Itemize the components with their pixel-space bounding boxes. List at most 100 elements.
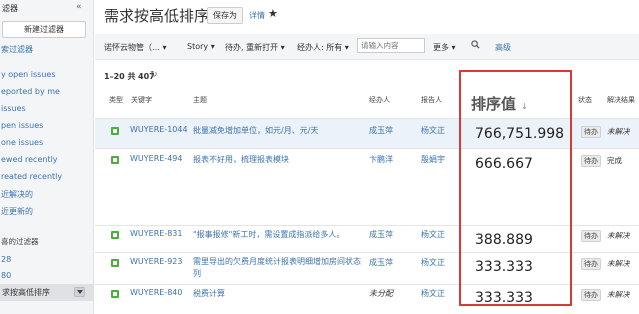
search-input[interactable] [357,38,425,53]
issue-key-link[interactable]: WUYERE-494 [130,154,182,163]
assignee-filter-dropdown[interactable]: 经办人: 所有 ▾ [297,42,349,53]
issue-summary-link[interactable]: 税费计算 [193,288,225,299]
chevron-down-icon: ▾ [280,43,285,52]
reporter-link[interactable]: 杨文正 [421,257,445,268]
page-title: 需求按高低排序 [104,7,210,25]
more-filters-dropdown[interactable]: 更多 ▾ [433,42,456,53]
filter-options-dropdown-icon[interactable] [74,287,85,297]
status-badge: 待办 [581,258,601,270]
assignee-link[interactable]: 卞鹏洋 [369,154,393,165]
status-filter-dropdown[interactable]: 待办, 重新打开 ▾ [225,42,285,53]
results-count: 1–20 共 407 [104,71,155,82]
sidebar-item-reported-by-me[interactable]: eported by me [1,87,60,96]
favorite-filter-item[interactable]: 28 [1,255,11,264]
sidebar-item-open-issues[interactable]: pen issues [1,121,43,130]
chevron-down-icon: ▾ [162,43,167,52]
rank-header-label: 排序值 [471,95,517,113]
status-filter-label: 待办, 重新打开 [225,43,279,52]
chevron-down-icon: ▾ [344,43,349,52]
sidebar-item-all-issues[interactable]: issues [1,104,26,113]
status-badge: 待办 [581,230,601,242]
favorite-filter-item[interactable]: 80 [1,271,11,280]
main-content: 需求按高低排序 保存为 详情 ★ 诺怀云物管（… ▾ Story ▾ 待办, 重… [95,0,639,314]
collapse-sidebar-icon[interactable]: « [76,2,82,12]
details-link[interactable]: 详情 [249,10,265,21]
column-header-summary[interactable]: 主题 [193,95,207,105]
advanced-search-link[interactable]: 高级 [495,42,511,53]
rank-value: 766,751.998 [475,126,565,142]
assignee-link[interactable]: 成玉萍 [369,257,393,268]
assignee-link[interactable]: 成玉萍 [369,125,393,136]
project-filter-label: 诺怀云物管（… [104,43,160,52]
assignee-value: 未分配 [369,289,393,298]
assignee-link[interactable]: 成玉萍 [369,229,393,240]
issue-summary-link[interactable]: 需里导出的欠费月度统计报表明细增加房间状态列 [193,256,363,280]
search-icon[interactable] [471,40,480,49]
issue-key-link[interactable]: WUYERE-840 [130,288,182,297]
resolution-value: 完成 [607,156,622,165]
story-icon [111,290,119,298]
issue-summary-link[interactable]: 报表不好用，梳理报表模块 [193,154,289,165]
sidebar-item-done-issues[interactable]: one issues [1,138,43,147]
project-filter-dropdown[interactable]: 诺怀云物管（… ▾ [104,42,167,53]
column-header-rank[interactable]: 排序值 ↓ [471,93,528,114]
column-header-assignee[interactable]: 经办人 [369,95,390,105]
results-range: 1–20 共 [104,72,136,81]
more-filters-label: 更多 [433,43,449,52]
resolution-value: 未解决 [607,231,630,240]
story-icon [111,156,119,164]
table-row[interactable]: WUYERE-923 需里导出的欠费月度统计报表明细增加房间状态列 成玉萍 杨文… [95,252,639,284]
issue-key-link[interactable]: WUYERE-1044 [130,125,188,134]
active-filter-item[interactable]: 求按高低排序 [0,284,93,301]
column-header-status[interactable]: 状态 [578,95,592,105]
reporter-link[interactable]: 杨文正 [421,288,445,299]
resolution-value: 未解决 [607,259,630,268]
column-header-reporter[interactable]: 报告人 [421,95,442,105]
type-filter-label: Story [187,42,209,51]
issue-key-link[interactable]: WUYERE-831 [130,229,182,238]
table-row[interactable]: WUYERE-494 报表不好用，梳理报表模块 卞鹏洋 殷娟宇 666.667 … [95,148,639,225]
sidebar: 滤器 « 新建过滤器 索过滤器 y open issues eported by… [0,0,94,314]
star-icon[interactable]: ★ [268,7,278,20]
story-icon [111,127,119,135]
active-filter-label: 求按高低排序 [2,288,50,297]
chevron-down-icon: ▾ [451,43,456,52]
column-header-key[interactable]: 关键字 [131,95,152,105]
table-row[interactable]: WUYERE-840 税费计算 未分配 杨文正 333.333 待办 未解决 [95,284,639,314]
rank-value: 333.333 [475,259,533,275]
issue-key-link[interactable]: WUYERE-923 [130,257,182,266]
sidebar-item-resolved-recently[interactable]: 近解决的 [1,189,33,200]
chevron-down-icon: ▾ [210,42,215,51]
issue-summary-link[interactable]: 批量减免增加单位，如元/月、元/天 [193,125,318,136]
status-badge: 待办 [581,289,601,301]
refresh-icon[interactable]: ↻ [150,70,158,80]
filter-bar: 诺怀云物管（… ▾ Story ▾ 待办, 重新打开 ▾ 经办人: 所有 ▾ 更… [95,34,639,60]
sidebar-item-updated-recently[interactable]: 近更新的 [1,206,33,217]
sidebar-item-my-open-issues[interactable]: y open issues [1,70,56,79]
column-header-resolution[interactable]: 解决结果 [607,95,635,105]
rank-value: 333.333 [475,290,533,306]
status-badge: 待办 [581,155,601,167]
search-filters-link[interactable]: 索过滤器 [1,44,33,55]
sidebar-title: 滤器 [2,4,18,13]
table-row[interactable]: WUYERE-831 "报事报修"新工时，需设置成指派给多人。 成玉萍 杨文正 … [95,225,639,252]
issue-summary-link[interactable]: "报事报修"新工时，需设置成指派给多人。 [193,229,344,240]
favorite-filters-heading: 喜的过滤器 [1,237,39,246]
resolution-value: 未解决 [607,290,630,299]
assignee-filter-label: 经办人: 所有 [297,43,343,52]
new-filter-button[interactable]: 新建过滤器 [2,21,86,38]
column-header-type[interactable]: 类型 [109,95,123,105]
save-as-button[interactable]: 保存为 [207,7,243,24]
resolution-value: 未解决 [607,127,630,136]
reporter-link[interactable]: 殷娟宇 [421,154,445,165]
type-filter-dropdown[interactable]: Story ▾ [187,42,215,51]
status-badge: 待办 [581,126,601,138]
sidebar-item-viewed-recently[interactable]: ewed recently [1,155,58,164]
sort-descending-icon: ↓ [521,102,528,111]
story-icon [111,259,119,267]
sidebar-item-created-recently[interactable]: reated recently [1,172,62,181]
reporter-link[interactable]: 杨文正 [421,229,445,240]
rank-value: 388.889 [475,232,533,248]
reporter-link[interactable]: 杨文正 [421,125,445,136]
table-row[interactable]: WUYERE-1044 批量减免增加单位，如元/月、元/天 成玉萍 杨文正 76… [95,118,639,148]
